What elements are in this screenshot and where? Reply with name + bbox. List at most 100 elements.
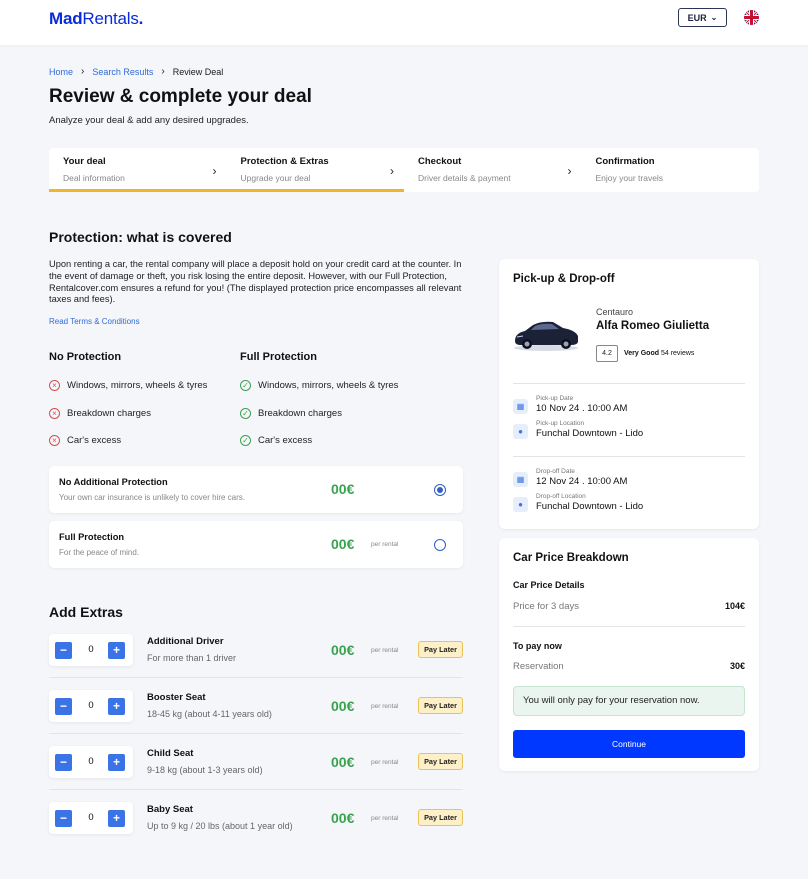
divider — [513, 456, 745, 457]
extra-per-rental: per rental — [371, 647, 399, 654]
option-price: 00€ — [331, 481, 355, 497]
pay-later-badge: Pay Later — [418, 809, 463, 826]
reservation-notice: You will only pay for your reservation n… — [513, 686, 745, 716]
logo[interactable]: MadRentals. — [49, 9, 143, 29]
progress-stepper: Your deal Deal information › Protection … — [49, 148, 759, 192]
extra-name: Booster Seat — [147, 692, 206, 703]
feature-item: × Car's excess — [49, 435, 121, 446]
page-subtitle: Analyze your deal & add any desired upgr… — [49, 115, 249, 126]
increment-button[interactable]: + — [108, 642, 125, 659]
extra-description: 18-45 kg (about 4-11 years old) — [147, 709, 272, 719]
full-protection-title: Full Protection — [240, 351, 317, 363]
location-pin-icon: ● — [513, 424, 528, 439]
quantity-stepper: − 0 + — [49, 634, 133, 666]
step-title: Confirmation — [595, 156, 655, 167]
reservation-row: Reservation 30€ — [513, 661, 745, 672]
breadcrumb-current: Review Deal — [172, 66, 224, 77]
step-confirmation[interactable]: Confirmation Enjoy your travels — [582, 148, 760, 192]
option-full-protection[interactable]: Full Protection For the peace of mind. 0… — [49, 521, 463, 568]
quantity-value: 0 — [88, 812, 94, 823]
divider — [513, 383, 745, 384]
pickup-dropoff-card: Pick-up & Drop-off Centauro Alfa Romeo G… — [499, 259, 759, 529]
extra-child-seat: − 0 + Child Seat 9-18 kg (about 1-3 year… — [49, 734, 463, 790]
step-subtitle: Enjoy your travels — [595, 173, 664, 183]
increment-button[interactable]: + — [108, 698, 125, 715]
extra-price: 00€ — [331, 642, 355, 658]
check-circle-icon: ✓ — [240, 408, 251, 419]
step-checkout[interactable]: Checkout Driver details & payment › — [404, 148, 582, 192]
pay-later-badge: Pay Later — [418, 697, 463, 714]
radio-full-protection[interactable] — [434, 539, 446, 551]
breadcrumb-search-results[interactable]: Search Results — [92, 67, 153, 77]
car-price-details-title: Car Price Details — [513, 580, 585, 590]
rating-score: 4.2 — [596, 345, 618, 362]
decrement-button[interactable]: − — [55, 810, 72, 827]
supplier-name: Centauro — [596, 307, 634, 317]
increment-button[interactable]: + — [108, 810, 125, 827]
extra-name: Baby Seat — [147, 804, 193, 815]
extra-description: Up to 9 kg / 20 lbs (about 1 year old) — [147, 821, 293, 831]
option-subtitle: Your own car insurance is unlikely to co… — [59, 493, 246, 502]
pickup-dropoff-title: Pick-up & Drop-off — [513, 273, 615, 285]
extra-booster-seat: − 0 + Booster Seat 18-45 kg (about 4-11 … — [49, 678, 463, 734]
feature-item: ✓ Windows, mirrors, wheels & tyres — [240, 380, 398, 391]
top-navbar: MadRentals. EUR ⌄ — [0, 0, 808, 45]
step-title: Protection & Extras — [240, 156, 329, 167]
extra-price: 00€ — [331, 754, 355, 770]
car-image — [511, 315, 581, 353]
cross-circle-icon: × — [49, 408, 60, 419]
extra-description: 9-18 kg (about 1-3 years old) — [147, 765, 263, 775]
breadcrumb-home[interactable]: Home — [49, 67, 73, 77]
feature-item: × Windows, mirrors, wheels & tyres — [49, 380, 207, 391]
uk-flag-icon[interactable] — [744, 10, 759, 25]
extra-per-rental: per rental — [371, 759, 399, 766]
location-pin-icon: ● — [513, 497, 528, 512]
protection-description: Upon renting a car, the rental company w… — [49, 259, 462, 305]
calendar-icon: ▦ — [513, 472, 528, 487]
rating-label: Very Good 54 reviews — [624, 350, 695, 357]
chevron-right-icon: › — [212, 164, 217, 178]
step-title: Your deal — [63, 156, 106, 167]
chevron-right-icon: › — [567, 164, 572, 178]
option-subtitle: For the peace of mind. — [59, 548, 140, 557]
breadcrumb: Home › Search Results › Review Deal — [49, 66, 223, 77]
quantity-value: 0 — [88, 644, 94, 655]
extra-per-rental: per rental — [371, 703, 399, 710]
quantity-value: 0 — [88, 756, 94, 767]
step-protection-extras[interactable]: Protection & Extras Upgrade your deal › — [226, 148, 405, 192]
quantity-stepper: − 0 + — [49, 746, 133, 778]
option-per-rental: per rental — [371, 541, 399, 548]
option-title: Full Protection — [59, 532, 125, 542]
step-subtitle: Deal information — [63, 173, 125, 183]
radio-no-protection[interactable] — [434, 484, 446, 496]
pay-later-badge: Pay Later — [418, 641, 463, 658]
quantity-value: 0 — [88, 700, 94, 711]
extra-price: 00€ — [331, 810, 355, 826]
extra-name: Child Seat — [147, 748, 194, 759]
step-subtitle: Driver details & payment — [418, 173, 511, 183]
price-breakdown-card: Car Price Breakdown Car Price Details Pr… — [499, 538, 759, 771]
step-your-deal[interactable]: Your deal Deal information › — [49, 148, 227, 192]
decrement-button[interactable]: − — [55, 642, 72, 659]
continue-button[interactable]: Continue — [513, 730, 745, 758]
option-no-protection[interactable]: No Additional Protection Your own car in… — [49, 466, 463, 513]
feature-item: × Breakdown charges — [49, 408, 151, 419]
extra-description: For more than 1 driver — [147, 653, 237, 663]
increment-button[interactable]: + — [108, 754, 125, 771]
chevron-right-icon: › — [161, 66, 165, 77]
currency-selector[interactable]: EUR ⌄ — [678, 8, 727, 27]
chevron-right-icon: › — [81, 66, 85, 77]
currency-label: EUR — [687, 12, 707, 23]
step-subtitle: Upgrade your deal — [240, 173, 311, 183]
terms-link[interactable]: Read Terms & Conditions — [49, 317, 140, 326]
no-protection-title: No Protection — [49, 351, 122, 363]
decrement-button[interactable]: − — [55, 698, 72, 715]
feature-item: ✓ Breakdown charges — [240, 408, 342, 419]
to-pay-now-title: To pay now — [513, 641, 562, 651]
cross-circle-icon: × — [49, 435, 60, 446]
decrement-button[interactable]: − — [55, 754, 72, 771]
pickup-location: ● Pick-up Location Funchal Downtown - Lid… — [513, 420, 643, 439]
extra-baby-seat: − 0 + Baby Seat Up to 9 kg / 20 lbs (abo… — [49, 790, 463, 846]
check-circle-icon: ✓ — [240, 435, 251, 446]
calendar-icon: ▦ — [513, 399, 528, 414]
